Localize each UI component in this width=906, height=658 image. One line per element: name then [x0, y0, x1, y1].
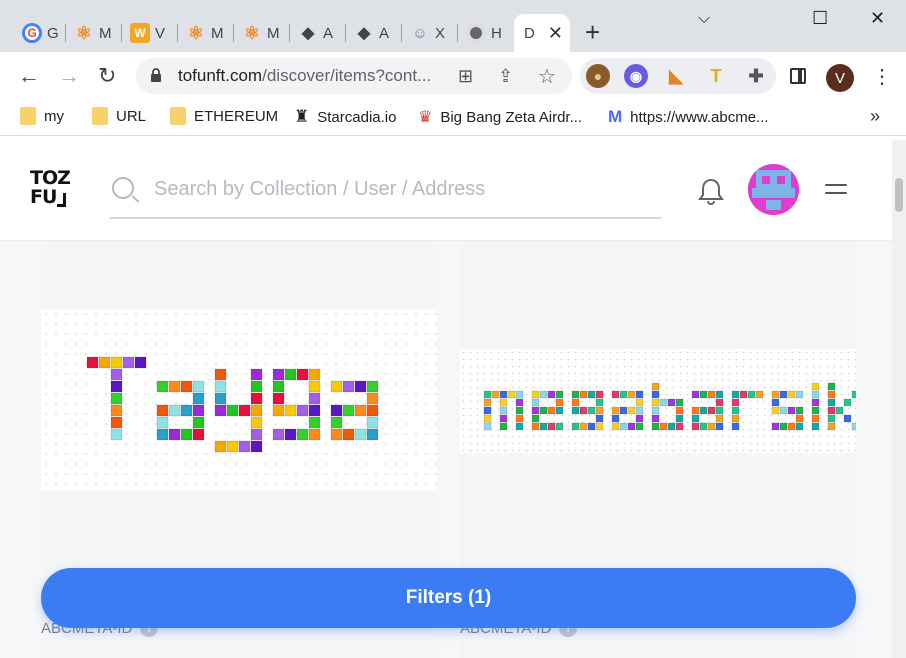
side-panel-icon[interactable]	[790, 68, 806, 84]
notification-bell-icon[interactable]	[698, 177, 724, 205]
megabarslk-pixel-art	[462, 351, 860, 452]
tab-7[interactable]: ◆ A	[346, 14, 402, 52]
tab-label: X	[435, 24, 446, 42]
bookmarks-bar: my URL ETHEREUM ♜ Starcadia.io ♛ Big Bang …	[0, 100, 906, 136]
gmail-icon: M	[608, 107, 623, 126]
tab-label: M	[99, 24, 112, 42]
page-scrollbar[interactable]	[892, 140, 906, 658]
lock-icon	[151, 68, 161, 82]
minimize-button[interactable]: ⌵	[698, 10, 710, 28]
back-icon[interactable]: ←	[18, 64, 40, 88]
atom-icon: ⚛	[243, 22, 261, 43]
tab-8[interactable]: ☺ X	[402, 14, 458, 52]
bookmark-bigbang[interactable]: ♛ Big Bang Zeta Airdr...	[418, 107, 582, 127]
page-content: ABCMETA-ID? ABCMETA-ID? TOZ FU Search by…	[0, 140, 906, 658]
tab-label: D	[524, 24, 535, 42]
menu-icon[interactable]	[825, 184, 847, 200]
starcadia-icon: ♜	[294, 107, 310, 126]
ethereum-icon: ◆	[301, 25, 315, 42]
browser-toolbar: ← → ↻ tofunft.com/discover/items?cont...…	[0, 52, 906, 100]
tab-3[interactable]: W V	[122, 14, 178, 52]
folder-icon	[170, 107, 186, 125]
reload-icon[interactable]: ↻	[98, 64, 116, 88]
scrollbar-thumb[interactable]	[895, 178, 903, 212]
tab-active[interactable]: D ✕	[514, 14, 570, 52]
nft-artwork	[460, 349, 860, 453]
tab-2[interactable]: ⚛ M	[66, 14, 122, 52]
close-window-button[interactable]: ✕	[870, 8, 885, 29]
tofunft-logo[interactable]: TOZ FU	[30, 169, 80, 213]
user-avatar[interactable]	[748, 164, 799, 215]
bookmark-ethereum[interactable]: ETHEREUM	[170, 107, 278, 125]
share-icon[interactable]: ⇪	[498, 66, 513, 87]
forward-icon[interactable]: →	[58, 64, 80, 88]
cookie-icon[interactable]: ●	[586, 64, 610, 88]
tab-label: M	[211, 24, 224, 42]
metamask-icon[interactable]: ◣	[664, 64, 688, 88]
tab-6[interactable]: ◆ A	[290, 14, 346, 52]
tayga-pixel-art	[45, 313, 437, 485]
search-icon	[112, 177, 134, 199]
folder-icon	[92, 107, 108, 125]
extensions-bar: ● ◉ ◣ T ✚	[580, 58, 776, 94]
tab-4[interactable]: ⚛ M	[178, 14, 234, 52]
tab-1[interactable]: G G	[14, 14, 66, 52]
chat-bot-icon[interactable]: ◉	[624, 64, 648, 88]
tab-label: G	[47, 24, 59, 42]
atom-icon: ⚛	[187, 22, 205, 43]
ethereum-icon: ◆	[357, 25, 371, 42]
google-icon: G	[22, 23, 42, 43]
folder-icon	[20, 107, 36, 125]
chrome-icon	[466, 23, 486, 43]
tab-label: V	[155, 24, 166, 42]
pixel-avatar-icon	[748, 164, 799, 215]
bookmark-url[interactable]: URL	[92, 107, 146, 125]
search-bar	[110, 170, 661, 219]
url-text: tofunft.com/discover/items?cont...	[178, 66, 432, 85]
bigbang-icon: ♛	[418, 109, 433, 126]
more-menu-icon[interactable]: ⋮	[872, 64, 892, 89]
bookmark-starcadia[interactable]: ♜ Starcadia.io	[294, 107, 396, 127]
bookmark-abcmeta[interactable]: Mhttps://www.abcme...	[608, 107, 769, 127]
atom-icon: ⚛	[75, 22, 93, 43]
tab-strip: G G ⚛ M W V ⚛ M ⚛ M ◆ A ◆ A ☺ X H D ✕ + …	[0, 0, 906, 52]
tab-label: M	[267, 24, 280, 42]
bookmark-star-icon[interactable]: ☆	[538, 64, 556, 89]
tab-9[interactable]: H	[458, 14, 514, 52]
search-input[interactable]	[154, 174, 654, 204]
new-tab-button[interactable]: +	[585, 19, 600, 45]
close-tab-icon[interactable]: ✕	[548, 23, 563, 44]
translate-icon[interactable]: ⊞	[458, 66, 473, 87]
bookmark-my[interactable]: my	[20, 107, 64, 125]
maximize-button[interactable]: ☐	[812, 8, 828, 29]
profile-avatar[interactable]: V	[826, 64, 854, 92]
puzzle-extensions-icon[interactable]: ✚	[744, 64, 768, 88]
nft-artwork	[41, 309, 437, 491]
tab-label: A	[379, 24, 390, 42]
game-controller-icon: ☺	[412, 24, 428, 42]
tab-label: H	[491, 24, 502, 42]
w-app-icon: W	[130, 23, 150, 43]
address-bar[interactable]: tofunft.com/discover/items?cont... ⊞ ⇪ ☆	[136, 58, 572, 94]
site-header: TOZ FU	[0, 140, 892, 241]
t-token-icon[interactable]: T	[704, 64, 728, 88]
tab-5[interactable]: ⚛ M	[234, 14, 290, 52]
tab-label: A	[323, 24, 334, 42]
more-bookmarks-icon[interactable]: »	[870, 106, 880, 127]
filters-button[interactable]: Filters (1)	[41, 568, 856, 628]
